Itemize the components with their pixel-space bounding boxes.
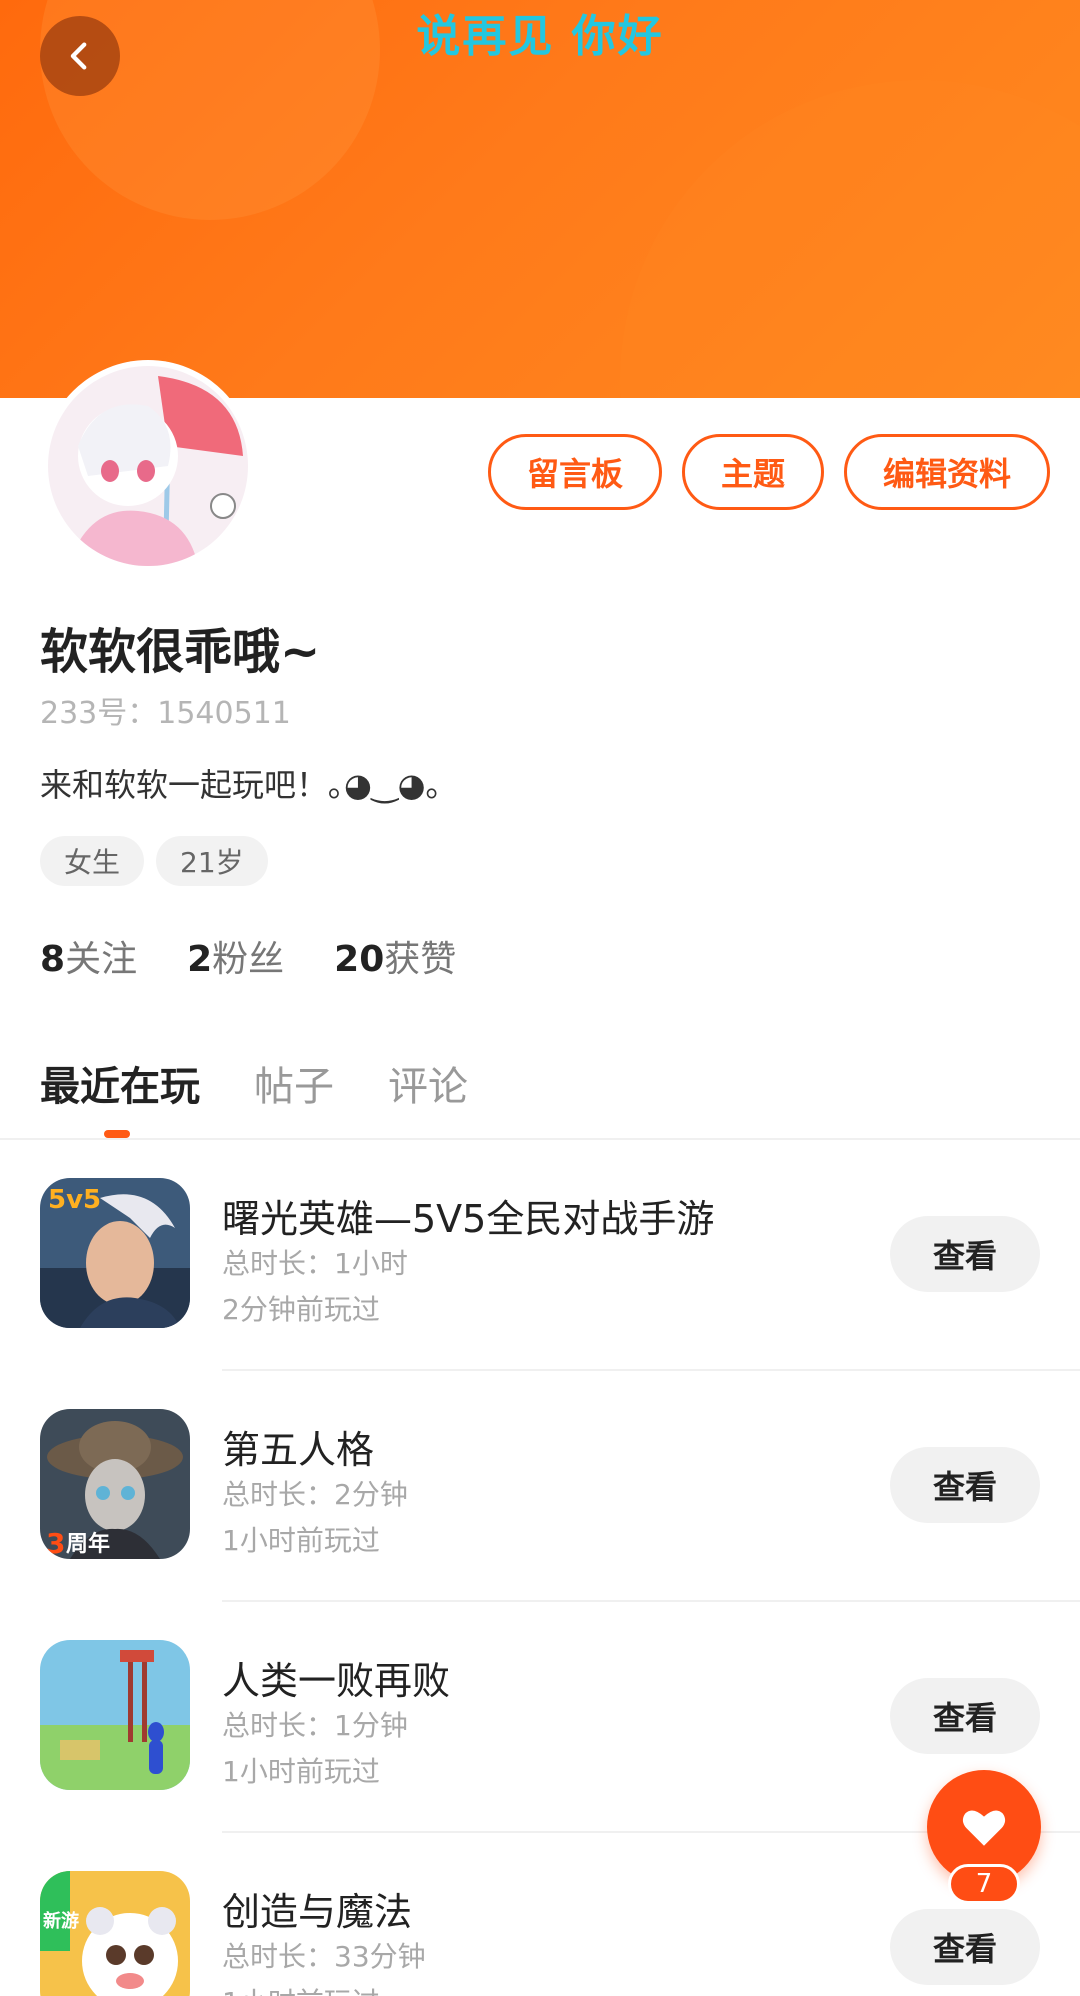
like-count-badge: 7 <box>948 1864 1020 1904</box>
game-duration: 总时长：1分钟 <box>222 1709 408 1742</box>
svg-text:周年: 周年 <box>66 1531 110 1557</box>
active-tab-indicator <box>104 1130 130 1138</box>
tab-recently-played[interactable]: 最近在玩 <box>40 1054 200 1112</box>
tab-posts[interactable]: 帖子 <box>254 1054 334 1112</box>
game-name: 人类一败再败 <box>222 1659 451 1703</box>
game-name: 创造与魔法 <box>222 1890 413 1934</box>
game-icon: 5v5 <box>40 1178 190 1328</box>
heart-icon <box>962 1810 1006 1846</box>
banner-title: 说再见 你好 <box>416 11 664 62</box>
theme-button[interactable]: 主题 <box>681 434 824 510</box>
game-last-played: 2分钟前玩过 <box>222 1293 380 1326</box>
back-button[interactable] <box>40 16 120 96</box>
game-icon <box>40 1640 190 1790</box>
game-duration: 总时长：1小时 <box>222 1247 408 1280</box>
profile-banner: 说再见 你好 <box>0 0 1080 398</box>
stat-label: 关注 <box>65 939 138 980</box>
game-name: 曙光英雄—5V5全民对战手游 <box>222 1197 715 1241</box>
stat-number: 8 <box>40 939 66 980</box>
game-duration: 总时长：33分钟 <box>222 1940 426 1973</box>
banner-decoration <box>620 80 1080 398</box>
stat-following[interactable]: 8关注 <box>40 930 137 982</box>
stat-fans[interactable]: 2粉丝 <box>187 930 284 982</box>
gender-tag: 女生 <box>40 836 145 886</box>
stat-number: 20 <box>334 939 385 980</box>
view-button[interactable]: 查看 <box>890 1909 1040 1985</box>
avatar[interactable] <box>42 360 254 572</box>
list-item[interactable]: 3 周年 第五人格 总时长：2分钟 1小时前玩过 查看 <box>0 1371 1080 1602</box>
profile-tags: 女生 21岁 <box>40 836 268 886</box>
game-icon: 新游 <box>40 1871 190 1996</box>
stat-label: 获赞 <box>384 939 457 980</box>
profile-stats: 8关注 2粉丝 20获赞 <box>40 930 456 982</box>
game-last-played: 1小时前玩过 <box>222 1755 380 1788</box>
game-name: 第五人格 <box>222 1428 375 1472</box>
svg-text:新游: 新游 <box>43 1910 79 1932</box>
user-id: 233号：1540511 <box>40 696 291 731</box>
view-button[interactable]: 查看 <box>890 1678 1040 1754</box>
list-item[interactable]: 5v5 曙光英雄—5V5全民对战手游 总时长：1小时 2分钟前玩过 查看 <box>0 1140 1080 1371</box>
stat-likes[interactable]: 20获赞 <box>334 930 456 982</box>
message-board-button[interactable]: 留言板 <box>487 434 662 510</box>
profile-actions: 留言板 主题 编辑资料 <box>487 434 1050 510</box>
view-button[interactable]: 查看 <box>890 1216 1040 1292</box>
game-last-played: 1小时前玩过 <box>222 1524 380 1557</box>
game-list: 5v5 曙光英雄—5V5全民对战手游 总时长：1小时 2分钟前玩过 查看 3 周… <box>0 1140 1080 1996</box>
game-icon: 3 周年 <box>40 1409 190 1559</box>
svg-text:3: 3 <box>46 1527 65 1559</box>
stat-label: 粉丝 <box>212 939 285 980</box>
content-tabs: 最近在玩 帖子 评论 <box>40 1054 468 1112</box>
edit-profile-button[interactable]: 编辑资料 <box>843 434 1050 510</box>
bio: 来和软软一起玩吧！｡◕‿◕｡ <box>40 766 442 804</box>
tab-comments[interactable]: 评论 <box>388 1054 468 1112</box>
age-tag: 21岁 <box>156 836 268 886</box>
list-item[interactable]: 新游 创造与魔法 总时长：33分钟 1小时前玩过 查看 <box>0 1833 1080 1996</box>
stat-number: 2 <box>187 939 213 980</box>
game-duration: 总时长：2分钟 <box>222 1478 408 1511</box>
game-last-played: 1小时前玩过 <box>222 1981 380 1996</box>
avatar-image <box>48 366 248 566</box>
nickname: 软软很乖哦~ <box>40 624 321 680</box>
view-button[interactable]: 查看 <box>890 1447 1040 1523</box>
list-item[interactable]: 人类一败再败 总时长：1分钟 1小时前玩过 查看 <box>0 1602 1080 1833</box>
chevron-left-icon <box>70 42 87 70</box>
svg-text:5v5: 5v5 <box>48 1185 101 1215</box>
